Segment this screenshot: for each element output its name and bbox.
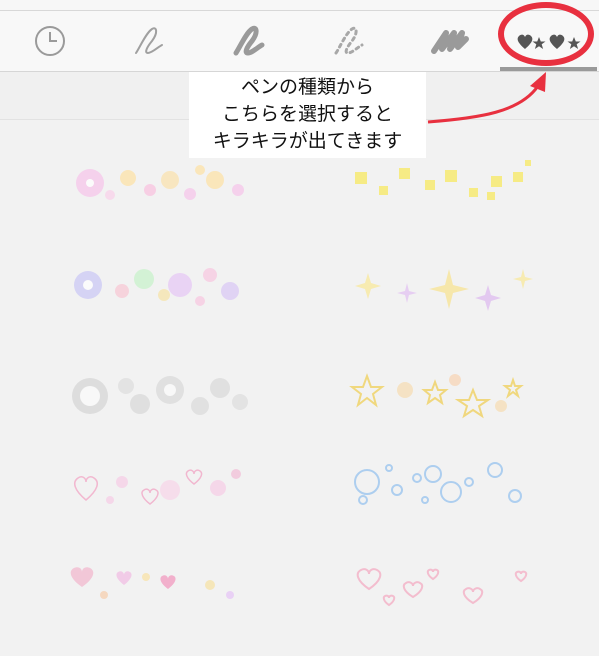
dotted-pen-icon: [334, 26, 364, 55]
clock-icon: [35, 26, 65, 56]
brush-icon: [431, 30, 469, 54]
top-strip: [0, 0, 599, 11]
pen-icon: [135, 27, 163, 55]
marker-icon: [233, 25, 265, 56]
pen-option-yellow-purple-star[interactable]: [345, 255, 545, 335]
pen-option-blue-bubble[interactable]: [345, 460, 545, 540]
selected-tab-indicator: [500, 67, 597, 71]
history-tab[interactable]: [0, 11, 100, 71]
pen-option-yellow-outline-star[interactable]: [345, 360, 545, 440]
pen-option-pink-gold-sparkle[interactable]: [60, 150, 260, 230]
brush-tab[interactable]: [400, 11, 500, 71]
pen-grid: [0, 120, 599, 656]
pen-tab[interactable]: [100, 11, 200, 71]
pen-option-pastel-heart[interactable]: [60, 555, 260, 635]
pen-option-rainbow-sparkle[interactable]: [60, 255, 260, 335]
pen-option-pink-heart-sparkle[interactable]: [60, 460, 260, 540]
annotation-circle: [498, 2, 594, 66]
dotted-pen-tab[interactable]: [300, 11, 400, 71]
pen-option-white-glow[interactable]: [60, 360, 260, 440]
pen-option-pink-outline-heart[interactable]: [345, 555, 545, 635]
callout-line: ペンの種類から: [240, 76, 374, 98]
pen-option-yellow-sparkle[interactable]: [345, 150, 545, 230]
marker-tab[interactable]: [200, 11, 300, 71]
